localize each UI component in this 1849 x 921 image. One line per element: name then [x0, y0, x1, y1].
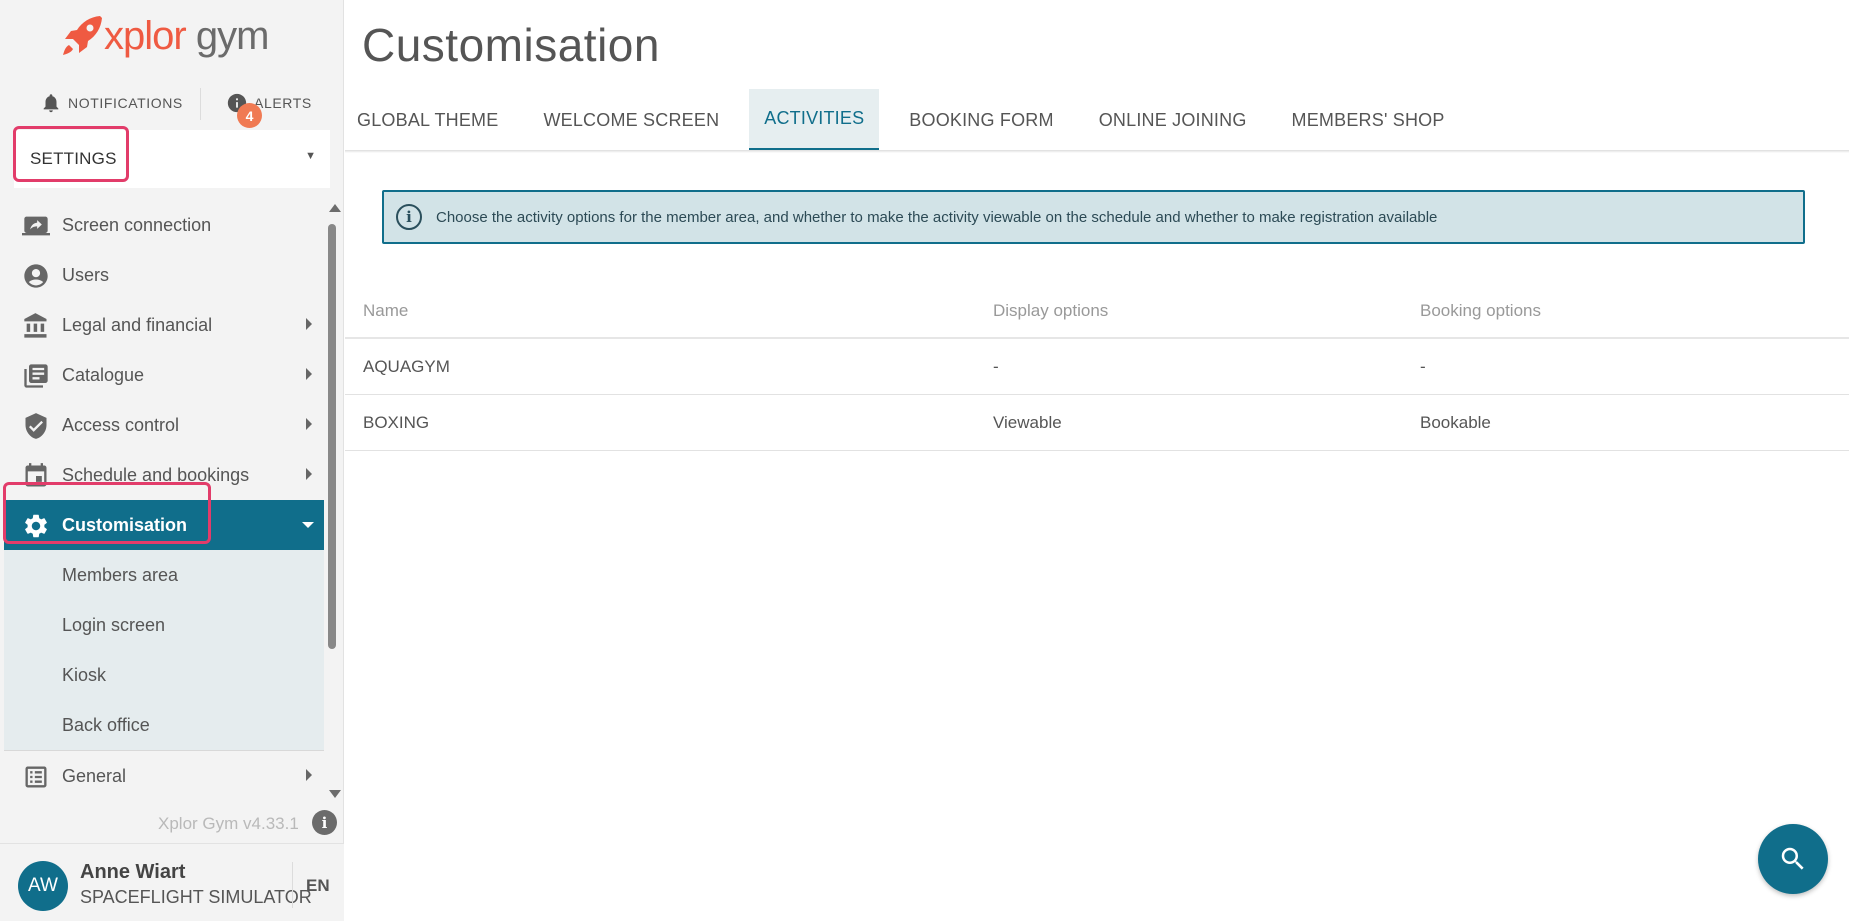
- sidebar-item-schedule-bookings[interactable]: Schedule and bookings: [4, 450, 324, 500]
- sidebar-item-label: Legal and financial: [62, 314, 213, 335]
- shield-check-icon: [22, 412, 50, 440]
- search-fab-button[interactable]: [1758, 824, 1828, 894]
- sidebar-item-label: Access control: [62, 414, 180, 435]
- sidebar-item-label: General: [62, 765, 127, 786]
- chevron-right-icon: [306, 368, 312, 380]
- tab-activities[interactable]: ACTIVITIES: [749, 89, 880, 151]
- sidebar-item-label: Users: [62, 264, 110, 285]
- column-header-booking-options[interactable]: Booking options: [1420, 284, 1541, 337]
- topbar-divider: [200, 88, 201, 120]
- cell-display-option: -: [993, 356, 999, 376]
- sidebar-item-label: Customisation: [62, 514, 188, 535]
- screen-share-icon: [22, 212, 50, 240]
- alerts-label: ALERTS: [254, 95, 312, 111]
- calendar-icon: [22, 462, 50, 490]
- submenu-item-members-area[interactable]: Members area: [4, 550, 324, 600]
- language-selector[interactable]: EN: [306, 876, 330, 896]
- scroll-down-arrow-icon[interactable]: [329, 790, 341, 798]
- tab-global-theme[interactable]: GLOBAL THEME: [345, 89, 513, 151]
- sidebar-item-access-control[interactable]: Access control: [4, 400, 324, 450]
- list-icon: [22, 763, 50, 791]
- notifications-button[interactable]: NOTIFICATIONS: [40, 82, 183, 124]
- tab-bar-shadow: [345, 150, 1849, 153]
- bell-icon: [43, 94, 59, 113]
- bank-icon: [22, 312, 50, 340]
- sidebar-item-label: Catalogue: [62, 364, 145, 385]
- cell-activity-name: BOXING: [363, 412, 430, 432]
- tab-booking-form[interactable]: BOOKING FORM: [894, 89, 1068, 151]
- page-title: Customisation: [362, 19, 660, 71]
- submenu-item-back-office[interactable]: Back office: [4, 700, 324, 750]
- brand-wordmark: xplor gym: [104, 14, 269, 58]
- submenu-item-login-screen[interactable]: Login screen: [4, 600, 324, 650]
- language-divider: [292, 862, 293, 908]
- sidebar-item-label: Schedule and bookings: [62, 464, 250, 485]
- caret-down-icon: ▼: [305, 150, 316, 162]
- library-books-icon: [22, 362, 50, 390]
- app-version: Xplor Gym v4.33.1: [158, 814, 299, 833]
- settings-dropdown[interactable]: SETTINGS ▼: [14, 130, 330, 188]
- sidebar-scrollbar[interactable]: [326, 200, 341, 800]
- table-header-row: Name Display options Booking options: [345, 284, 1849, 339]
- sidebar-item-users[interactable]: Users: [4, 250, 324, 300]
- sidebar-menu: Screen connection Users Legal and financ…: [4, 200, 324, 801]
- main-content: Customisation GLOBAL THEME WELCOME SCREE…: [345, 0, 1849, 921]
- tab-welcome-screen[interactable]: WELCOME SCREEN: [528, 89, 734, 151]
- chevron-right-icon: [306, 318, 312, 330]
- xplor-gym-logo[interactable]: xplor gym: [60, 14, 269, 58]
- chevron-down-icon: [302, 522, 314, 528]
- chevron-right-icon: [306, 769, 312, 781]
- sidebar-item-legal-financial[interactable]: Legal and financial: [4, 300, 324, 350]
- chevron-right-icon: [306, 418, 312, 430]
- info-icon[interactable]: i: [312, 810, 337, 835]
- tab-online-joining[interactable]: ONLINE JOINING: [1084, 89, 1262, 151]
- tab-bar: GLOBAL THEME WELCOME SCREEN ACTIVITIES B…: [345, 89, 1475, 151]
- user-organization: SPACEFLIGHT SIMULATOR: [80, 887, 312, 907]
- notifications-label: NOTIFICATIONS: [68, 95, 183, 111]
- chevron-right-icon: [306, 468, 312, 480]
- cell-display-option: Viewable: [993, 412, 1062, 432]
- scroll-up-arrow-icon[interactable]: [329, 204, 341, 212]
- info-icon: i: [396, 204, 422, 230]
- info-banner-text: Choose the activity options for the memb…: [436, 208, 1438, 226]
- sidebar-item-customisation[interactable]: Customisation: [4, 500, 324, 550]
- sidebar-item-catalogue[interactable]: Catalogue: [4, 350, 324, 400]
- tab-members-shop[interactable]: MEMBERS' SHOP: [1277, 89, 1460, 151]
- sidebar-item-screen-connection[interactable]: Screen connection: [4, 200, 324, 250]
- cell-activity-name: AQUAGYM: [363, 356, 450, 376]
- scroll-thumb[interactable]: [328, 224, 336, 649]
- user-name: Anne Wiart: [80, 861, 186, 883]
- gear-icon: [22, 512, 50, 540]
- table-row[interactable]: BOXING Viewable Bookable: [345, 395, 1849, 451]
- cell-booking-option: -: [1420, 356, 1426, 376]
- alerts-count-badge: 4: [237, 103, 262, 128]
- submenu-item-kiosk[interactable]: Kiosk: [4, 650, 324, 700]
- rocket-icon: [63, 16, 102, 55]
- avatar[interactable]: AW: [18, 861, 68, 911]
- sidebar-topbar: NOTIFICATIONS ALERTS: [0, 82, 344, 124]
- column-header-name[interactable]: Name: [363, 284, 408, 337]
- activities-table: Name Display options Booking options AQU…: [345, 284, 1849, 451]
- cell-booking-option: Bookable: [1420, 412, 1491, 432]
- account-circle-icon: [22, 262, 50, 290]
- sidebar: xplor gym NOTIFICATIONS ALERTS 4 SETTING…: [0, 0, 344, 921]
- search-icon: [1781, 847, 1804, 870]
- table-row[interactable]: AQUAGYM - -: [345, 339, 1849, 395]
- sidebar-item-label: Screen connection: [62, 214, 212, 235]
- user-card[interactable]: AW Anne Wiart SPACEFLIGHT SIMULATOR EN: [0, 843, 344, 921]
- column-header-display-options[interactable]: Display options: [993, 284, 1108, 337]
- customisation-submenu: Members area Login screen Kiosk Back off…: [4, 550, 324, 750]
- info-banner: i Choose the activity options for the me…: [382, 190, 1805, 244]
- sidebar-item-general[interactable]: General: [4, 751, 324, 801]
- settings-dropdown-label: SETTINGS: [30, 149, 117, 168]
